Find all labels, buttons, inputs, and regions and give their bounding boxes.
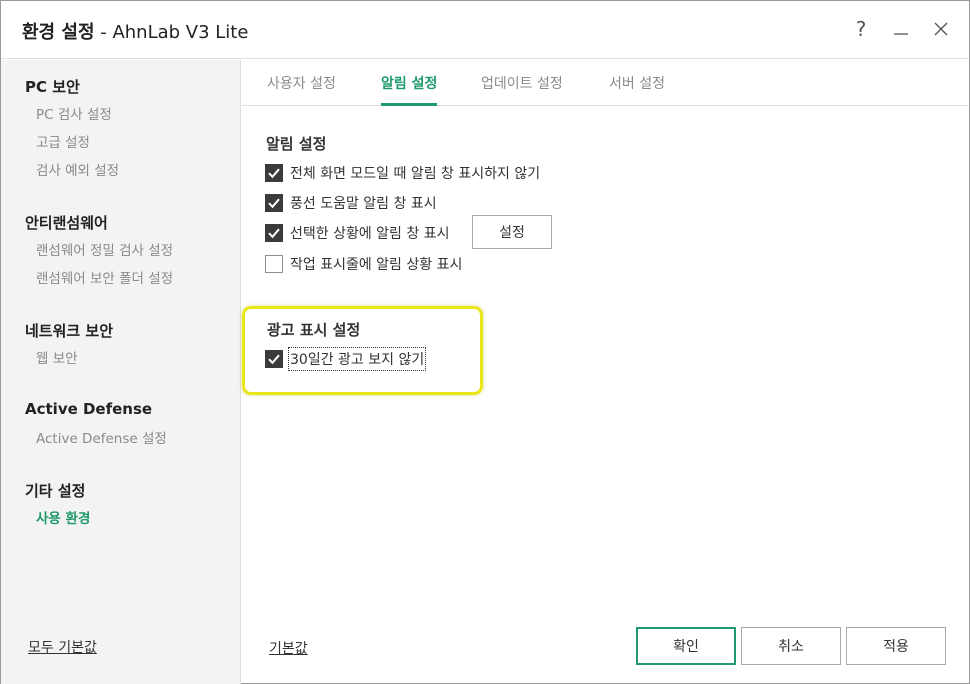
window-title: 환경 설정 - AhnLab V3 Lite	[22, 22, 249, 43]
close-icon	[934, 22, 948, 36]
tab-server-settings[interactable]: 서버 설정	[609, 73, 665, 106]
sidebar-item-ransomware-scan[interactable]: 랜섬웨어 정밀 검사 설정	[36, 239, 173, 259]
notification-section-title: 알림 설정	[266, 135, 327, 153]
sidebar-group-pc-security[interactable]: PC 보안	[25, 76, 80, 97]
help-button[interactable]: ?	[847, 15, 875, 43]
sidebar-item-pc-scan-settings[interactable]: PC 검사 설정	[36, 103, 112, 123]
ok-button[interactable]: 확인	[636, 627, 736, 665]
checkbox-checked[interactable]	[265, 224, 283, 242]
ad-section-title: 광고 표시 설정	[267, 321, 361, 339]
sidebar-item-environment[interactable]: 사용 환경	[36, 507, 90, 527]
sidebar-item-scan-exclusions[interactable]: 검사 예외 설정	[36, 159, 119, 179]
checkbox-checked[interactable]	[265, 350, 283, 368]
sidebar: PC 보안 PC 검사 설정 고급 설정 검사 예외 설정 안티랜섬웨어 랜섬웨…	[1, 60, 241, 684]
checkbox-checked[interactable]	[265, 194, 283, 212]
help-icon: ?	[855, 17, 867, 41]
reset-all-link[interactable]: 모두 기본값	[28, 637, 97, 657]
checkbox-checked[interactable]	[265, 164, 283, 182]
check-icon	[268, 228, 280, 239]
option-label: 작업 표시줄에 알림 상황 표시	[290, 257, 463, 273]
option-label: 선택한 상황에 알림 창 표시	[290, 226, 450, 242]
sidebar-item-advanced-settings[interactable]: 고급 설정	[36, 131, 90, 151]
sidebar-item-ransomware-folder[interactable]: 랜섬웨어 보안 폴더 설정	[36, 267, 173, 287]
check-icon	[268, 168, 280, 179]
close-button[interactable]	[927, 15, 955, 43]
option-label: 전체 화면 모드일 때 알림 창 표시하지 않기	[290, 166, 541, 182]
settings-window: 환경 설정 - AhnLab V3 Lite ? PC 보안 PC 검사 설정 …	[0, 0, 970, 684]
tab-update-settings[interactable]: 업데이트 설정	[481, 73, 563, 106]
option-selected-situation-alert[interactable]: 선택한 상황에 알림 창 표시	[265, 223, 449, 243]
option-label: 풍선 도움말 알림 창 표시	[290, 196, 437, 212]
check-icon	[268, 198, 280, 209]
sidebar-group-active-defense[interactable]: Active Defense	[25, 400, 152, 418]
apply-button[interactable]: 적용	[846, 627, 946, 665]
option-label: 30일간 광고 보지 않기	[287, 347, 427, 371]
check-icon	[268, 354, 280, 365]
sidebar-item-active-defense-settings[interactable]: Active Defense 설정	[36, 427, 167, 447]
alert-settings-button[interactable]: 설정	[472, 215, 552, 249]
minimize-icon	[894, 33, 908, 35]
reset-default-link[interactable]: 기본값	[269, 638, 308, 658]
tab-user-settings[interactable]: 사용자 설정	[267, 73, 336, 106]
sidebar-item-web-security[interactable]: 웹 보안	[36, 347, 78, 367]
option-fullscreen-no-alert[interactable]: 전체 화면 모드일 때 알림 창 표시하지 않기	[265, 163, 540, 183]
tab-bar: 사용자 설정 알림 설정 업데이트 설정 서버 설정	[242, 60, 969, 106]
minimize-button[interactable]	[887, 15, 915, 43]
cancel-button[interactable]: 취소	[741, 627, 841, 665]
tab-notification-settings[interactable]: 알림 설정	[381, 73, 438, 106]
option-balloon-alert[interactable]: 풍선 도움말 알림 창 표시	[265, 193, 437, 213]
sidebar-group-anti-ransomware[interactable]: 안티랜섬웨어	[25, 212, 108, 233]
option-taskbar-status[interactable]: 작업 표시줄에 알림 상황 표시	[265, 254, 462, 274]
title-bar: 환경 설정 - AhnLab V3 Lite ?	[1, 1, 969, 59]
sidebar-group-network-security[interactable]: 네트워크 보안	[25, 320, 113, 341]
option-hide-ads-30-days[interactable]: 30일간 광고 보지 않기	[265, 347, 427, 371]
sidebar-group-other-settings[interactable]: 기타 설정	[25, 480, 85, 501]
checkbox-unchecked[interactable]	[265, 255, 283, 273]
